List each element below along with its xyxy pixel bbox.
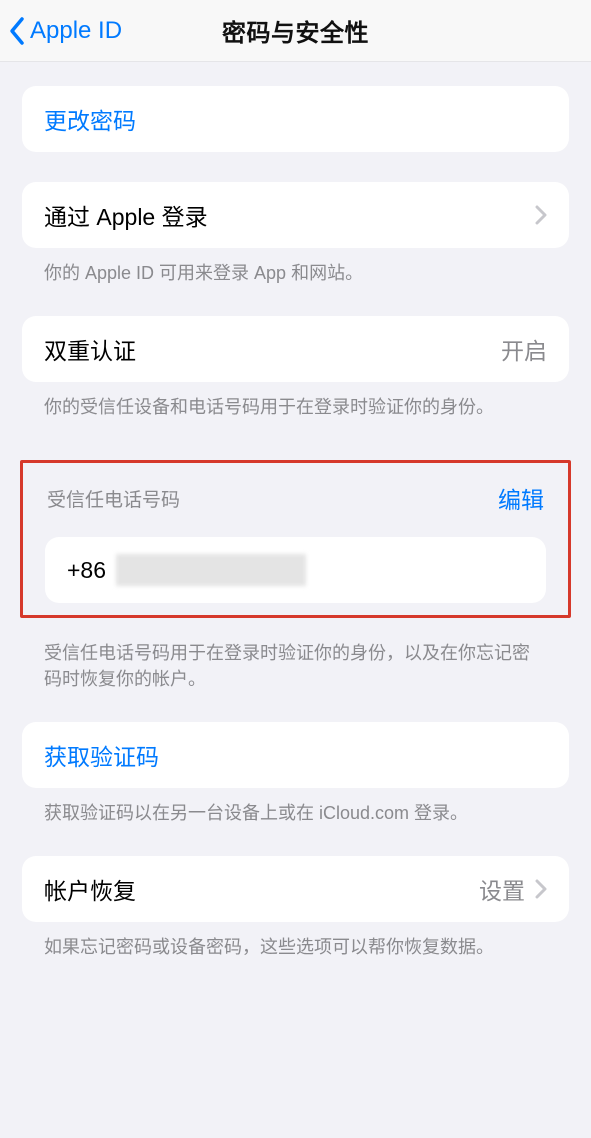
chevron-left-icon (8, 16, 26, 46)
sign-in-apple-row[interactable]: 通过 Apple 登录 (22, 182, 569, 248)
chevron-right-icon (535, 879, 547, 899)
account-recovery-value: 设置 (479, 872, 525, 906)
change-password-row[interactable]: 更改密码 (22, 86, 569, 152)
get-code-row[interactable]: 获取验证码 (22, 722, 569, 788)
sign-in-apple-footer: 你的 Apple ID 可用来登录 App 和网站。 (22, 248, 569, 286)
trusted-phone-footer: 受信任电话号码用于在登录时验证你的身份，以及在你忘记密码时恢复你的帐户。 (22, 628, 569, 692)
get-code-footer: 获取验证码以在另一台设备上或在 iCloud.com 登录。 (22, 788, 569, 826)
two-factor-label: 双重认证 (44, 332, 136, 366)
account-recovery-label: 帐户恢复 (44, 872, 136, 906)
trusted-phone-redacted (116, 554, 306, 586)
trusted-phone-header-title: 受信任电话号码 (47, 485, 180, 512)
account-recovery-footer: 如果忘记密码或设备密码，这些选项可以帮你恢复数据。 (22, 922, 569, 960)
back-label: Apple ID (30, 17, 122, 45)
chevron-right-icon (535, 205, 547, 225)
two-factor-row[interactable]: 双重认证 开启 (22, 316, 569, 382)
trusted-phone-header: 受信任电话号码 编辑 (25, 465, 566, 537)
account-recovery-row[interactable]: 帐户恢复 设置 (22, 856, 569, 922)
two-factor-footer: 你的受信任设备和电话号码用于在登录时验证你的身份。 (22, 382, 569, 420)
trusted-phone-highlight: 受信任电话号码 编辑 +86 (20, 460, 571, 618)
trusted-phone-row[interactable]: +86 (45, 537, 546, 603)
trusted-phone-edit-button[interactable]: 编辑 (498, 481, 544, 515)
back-button[interactable]: Apple ID (8, 16, 122, 46)
sign-in-apple-label: 通过 Apple 登录 (44, 198, 208, 232)
nav-bar: Apple ID 密码与安全性 (0, 0, 591, 62)
two-factor-value: 开启 (501, 332, 547, 366)
nav-title: 密码与安全性 (222, 13, 369, 48)
trusted-phone-prefix: +86 (67, 557, 106, 584)
change-password-label: 更改密码 (44, 102, 136, 136)
get-code-label: 获取验证码 (44, 738, 159, 772)
